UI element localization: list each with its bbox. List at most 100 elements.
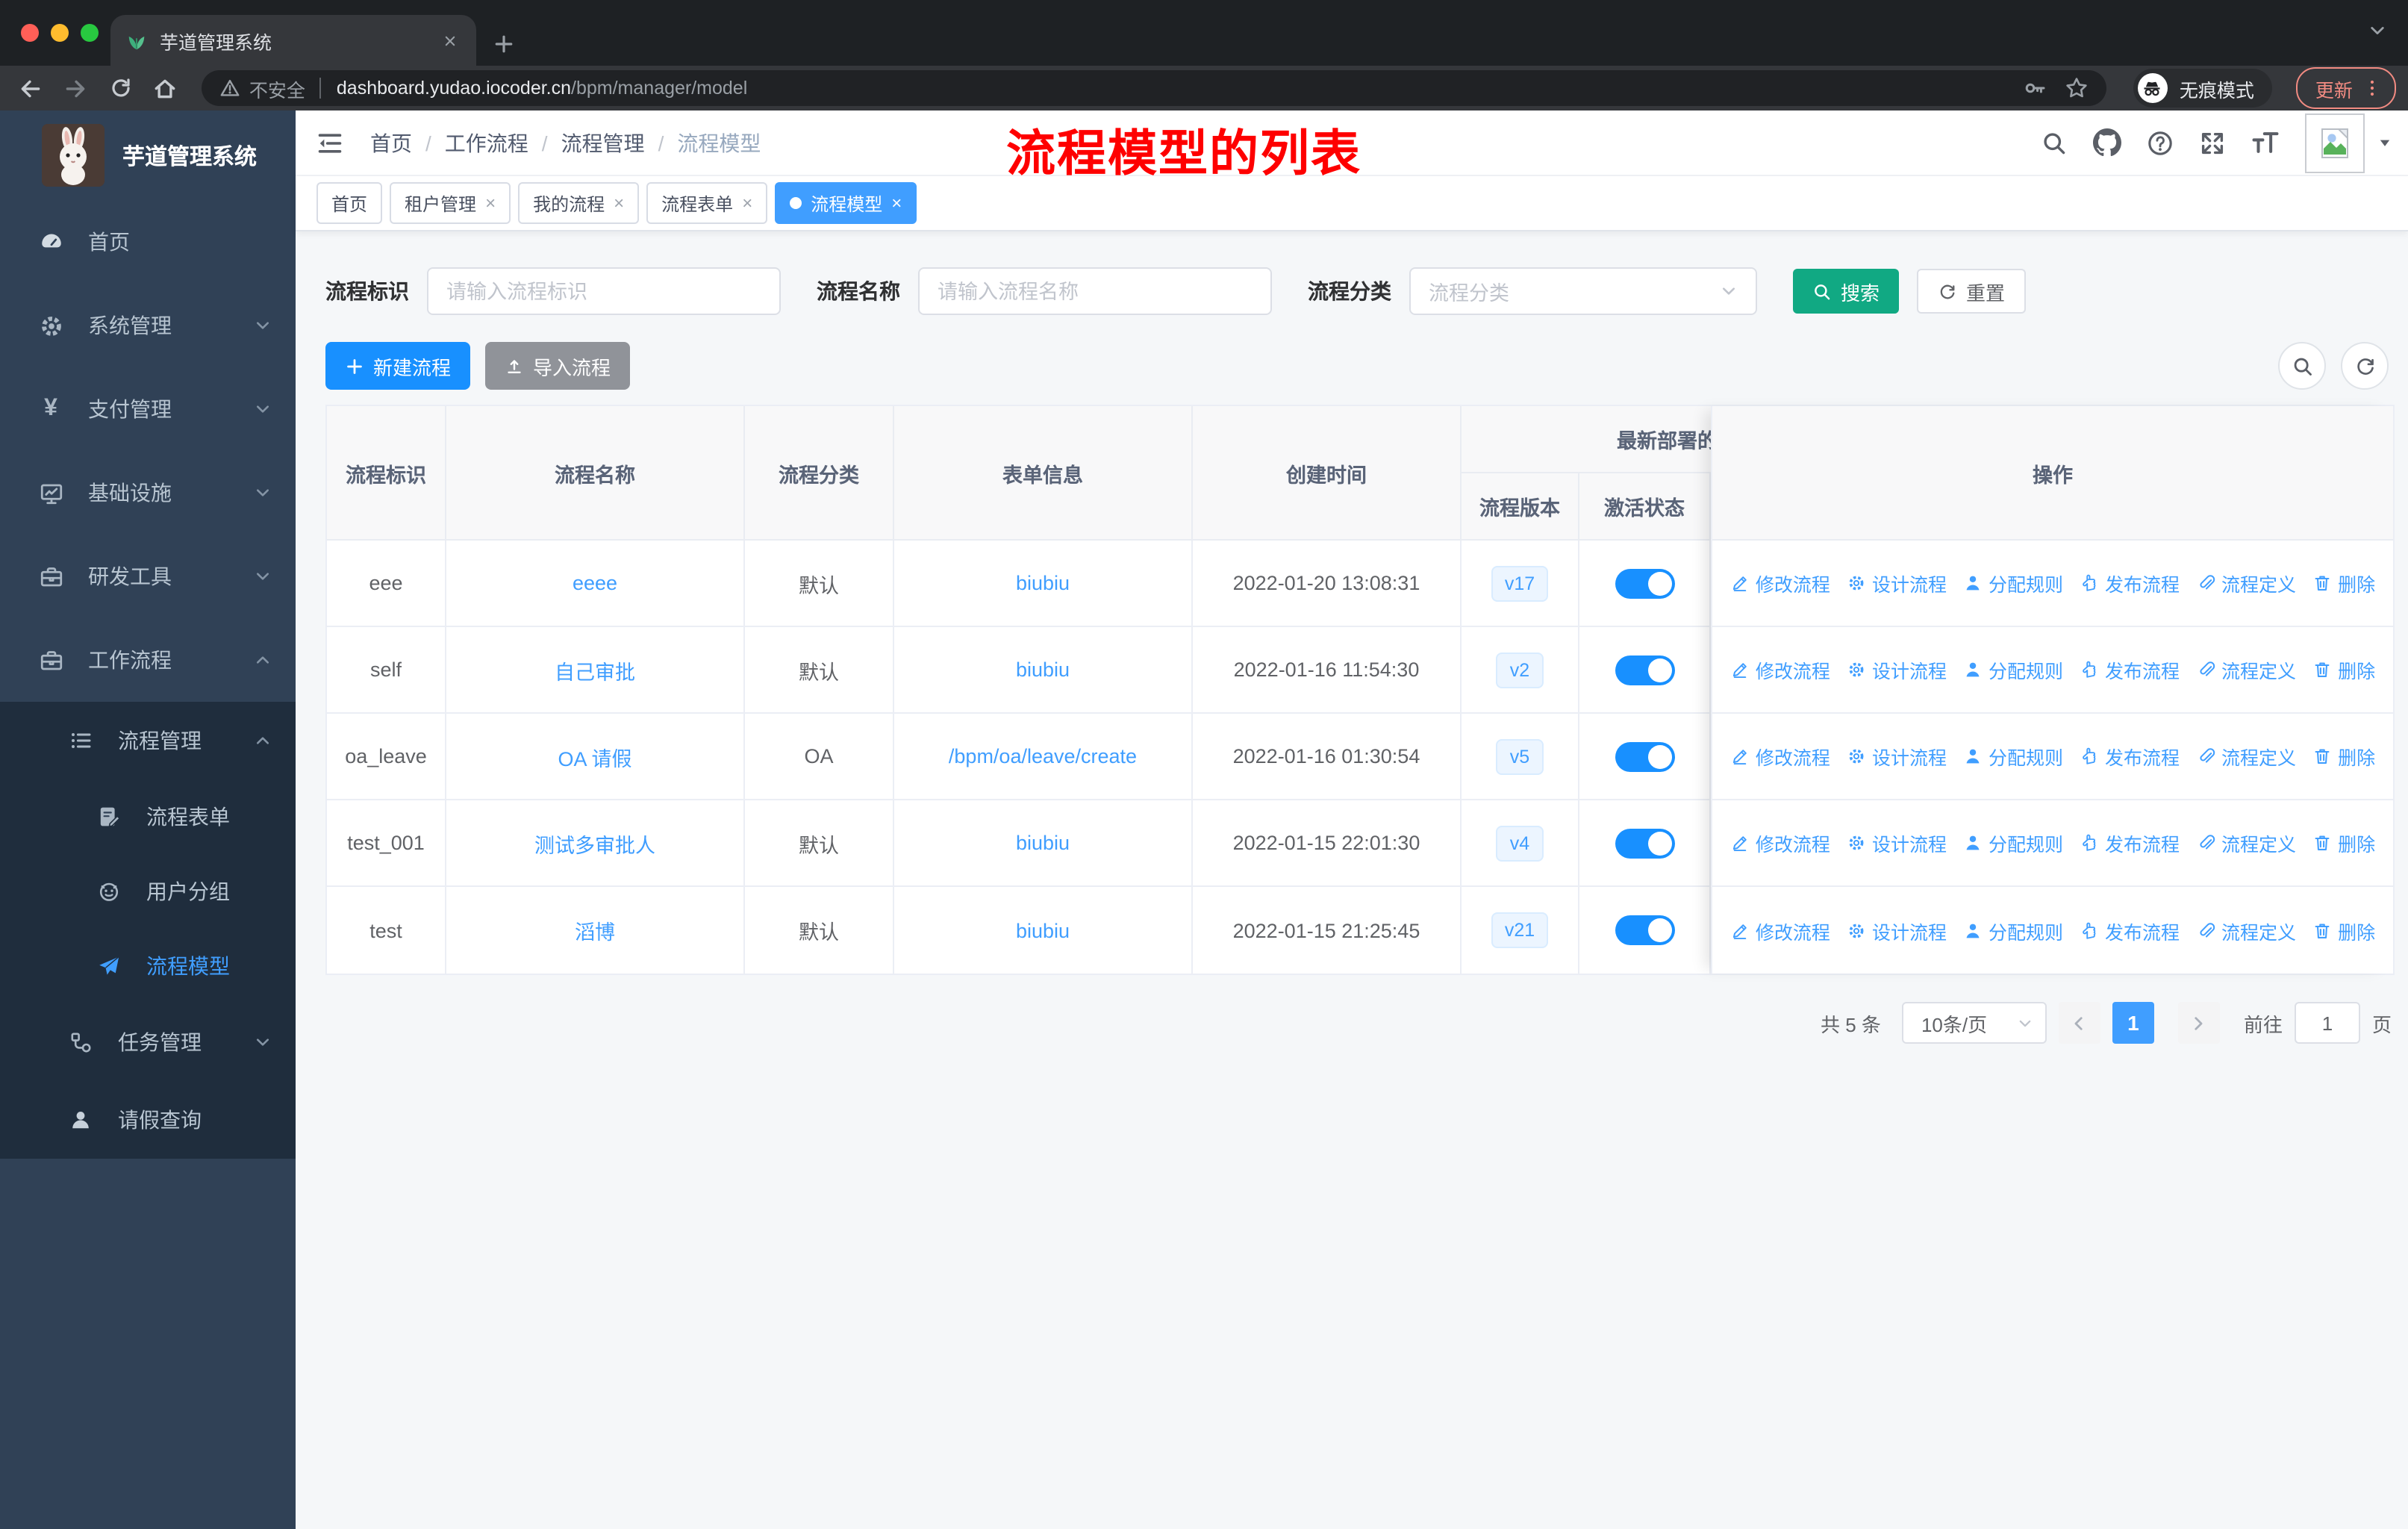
action-delete[interactable]: 删除 [2312, 569, 2375, 597]
tab-search-chevron-icon[interactable] [2368, 21, 2387, 40]
form-info-link[interactable]: /bpm/oa/leave/create [949, 745, 1137, 767]
sidebar-item-process-management[interactable]: 流程管理 [0, 702, 296, 779]
form-info-link[interactable]: biubiu [1016, 919, 1070, 941]
toggle-search-button[interactable] [2278, 342, 2326, 390]
avatar[interactable] [2305, 113, 2365, 172]
process-name-link[interactable]: 自己审批 [555, 655, 635, 685]
sidebar-item-leave-query[interactable]: 请假查询 [0, 1081, 296, 1159]
tag-my-process[interactable]: 我的流程 × [518, 182, 640, 224]
process-name-link[interactable]: 滔博 [575, 915, 615, 945]
refresh-table-button[interactable] [2341, 342, 2389, 390]
form-info-link[interactable]: biubiu [1016, 832, 1070, 854]
home-button[interactable] [147, 75, 183, 101]
action-edit-process[interactable]: 修改流程 [1730, 916, 1830, 944]
address-bar[interactable]: 不安全 dashboard.yudao.iocoder.cn/bpm/manag… [201, 70, 2106, 106]
action-assign-rule[interactable]: 分配规则 [1963, 742, 2063, 770]
tag-process-form[interactable]: 流程表单 × [646, 182, 768, 224]
minimize-window-button[interactable] [51, 24, 69, 42]
action-edit-process[interactable]: 修改流程 [1730, 742, 1830, 770]
process-name-input[interactable] [918, 267, 1272, 315]
fullscreen-icon[interactable] [2199, 129, 2226, 156]
password-key-icon[interactable] [2023, 76, 2047, 100]
action-process-definition[interactable]: 流程定义 [2196, 916, 2296, 944]
tag-home[interactable]: 首页 [316, 182, 383, 224]
window-controls[interactable] [21, 24, 99, 42]
action-assign-rule[interactable]: 分配规则 [1963, 829, 2063, 857]
close-icon[interactable]: × [742, 193, 752, 214]
sidebar-item-infrastructure[interactable]: 基础设施 [0, 451, 296, 535]
sidebar-item-task-management[interactable]: 任务管理 [0, 1003, 296, 1081]
tag-process-model[interactable]: 流程模型 × [775, 182, 917, 224]
close-window-button[interactable] [21, 24, 39, 42]
action-design-process[interactable]: 设计流程 [1847, 655, 1947, 684]
new-tab-button[interactable] [493, 33, 515, 55]
action-edit-process[interactable]: 修改流程 [1730, 569, 1830, 597]
help-icon[interactable] [2147, 129, 2174, 156]
prev-page-button[interactable] [2058, 1002, 2100, 1044]
action-process-definition[interactable]: 流程定义 [2196, 655, 2296, 684]
action-design-process[interactable]: 设计流程 [1847, 742, 1947, 770]
breadcrumb-process-management[interactable]: 流程管理 [561, 128, 645, 158]
action-design-process[interactable]: 设计流程 [1847, 829, 1947, 857]
url-text[interactable]: dashboard.yudao.iocoder.cn/bpm/manager/m… [337, 78, 747, 99]
sidebar-item-user-group[interactable]: 用户分组 [0, 854, 296, 929]
close-icon[interactable]: × [614, 193, 624, 214]
action-publish-process[interactable]: 发布流程 [2080, 569, 2180, 597]
process-name-link[interactable]: OA 请假 [558, 741, 631, 771]
breadcrumb-workflow[interactable]: 工作流程 [445, 128, 528, 158]
form-info-link[interactable]: biubiu [1016, 572, 1070, 594]
action-delete[interactable]: 删除 [2312, 829, 2375, 857]
action-delete[interactable]: 删除 [2312, 916, 2375, 944]
action-publish-process[interactable]: 发布流程 [2080, 655, 2180, 684]
search-button[interactable]: 搜索 [1793, 269, 1900, 314]
page-size-select[interactable]: 10条/页 [1901, 1002, 2047, 1044]
tab-close-icon[interactable] [437, 28, 461, 52]
action-publish-process[interactable]: 发布流程 [2080, 916, 2180, 944]
sidebar-item-process-model[interactable]: 流程模型 [0, 929, 296, 1003]
action-design-process[interactable]: 设计流程 [1847, 916, 1947, 944]
action-edit-process[interactable]: 修改流程 [1730, 655, 1830, 684]
next-page-button[interactable] [2177, 1002, 2220, 1044]
user-menu[interactable] [2305, 113, 2393, 172]
page-number-1[interactable]: 1 [2112, 1002, 2154, 1044]
process-name-link[interactable]: eeee [573, 572, 617, 594]
sidebar-item-process-form[interactable]: 流程表单 [0, 779, 296, 854]
close-icon[interactable]: × [485, 193, 496, 214]
forward-button[interactable] [57, 75, 93, 101]
process-name-link[interactable]: 测试多审批人 [534, 828, 655, 858]
action-delete[interactable]: 删除 [2312, 655, 2375, 684]
sidebar-item-devtools[interactable]: 研发工具 [0, 535, 296, 618]
goto-page-input[interactable] [2294, 1002, 2360, 1044]
menu-dots-icon[interactable] [2362, 78, 2383, 99]
status-toggle[interactable] [1615, 741, 1674, 771]
action-design-process[interactable]: 设计流程 [1847, 569, 1947, 597]
action-assign-rule[interactable]: 分配规则 [1963, 655, 2063, 684]
action-assign-rule[interactable]: 分配规则 [1963, 569, 2063, 597]
action-assign-rule[interactable]: 分配规则 [1963, 916, 2063, 944]
sidebar-item-payment[interactable]: ¥ 支付管理 [0, 367, 296, 451]
sidebar-item-workflow[interactable]: 工作流程 [0, 618, 296, 702]
back-button[interactable] [12, 75, 48, 101]
process-category-select[interactable]: 流程分类 [1409, 267, 1757, 315]
form-info-link[interactable]: biubiu [1016, 658, 1070, 681]
process-key-input[interactable] [427, 267, 781, 315]
close-icon[interactable]: × [891, 193, 902, 214]
sidebar-item-system[interactable]: 系统管理 [0, 284, 296, 367]
status-toggle[interactable] [1615, 568, 1674, 598]
security-status[interactable]: 不安全 [219, 74, 305, 102]
search-icon[interactable] [2041, 129, 2068, 156]
status-toggle[interactable] [1615, 655, 1674, 685]
action-publish-process[interactable]: 发布流程 [2080, 742, 2180, 770]
status-toggle[interactable] [1615, 915, 1674, 945]
action-process-definition[interactable]: 流程定义 [2196, 829, 2296, 857]
action-edit-process[interactable]: 修改流程 [1730, 829, 1830, 857]
github-icon[interactable] [2093, 128, 2121, 157]
reload-button[interactable] [102, 76, 138, 100]
create-process-button[interactable]: 新建流程 [325, 342, 471, 390]
tag-tenant-management[interactable]: 租户管理 × [390, 182, 511, 224]
action-process-definition[interactable]: 流程定义 [2196, 569, 2296, 597]
browser-tab[interactable]: 芋道管理系统 [110, 15, 476, 66]
action-publish-process[interactable]: 发布流程 [2080, 829, 2180, 857]
status-toggle[interactable] [1615, 828, 1674, 858]
sidebar-item-home[interactable]: 首页 [0, 200, 296, 284]
